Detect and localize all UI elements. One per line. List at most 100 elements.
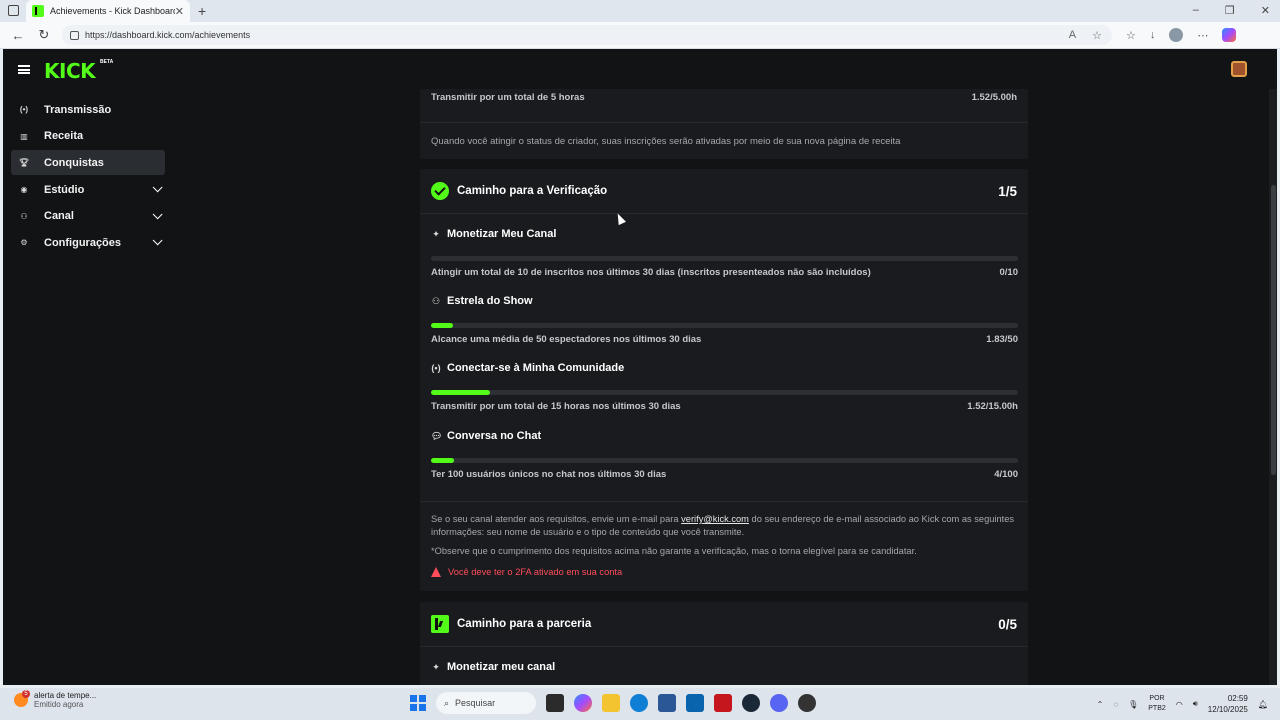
sidebar-item-estudio[interactable]: ◉ Estúdio	[11, 177, 165, 202]
store-icon[interactable]	[658, 694, 676, 712]
favorites-icon[interactable]: ☆	[1126, 29, 1136, 42]
progress-bar	[431, 458, 1018, 463]
system-tray: ⌃ ◌ 🎙︎ POR PTB2 ◠ 🔊︎ 02:59 12/10/2025 🔔︎	[1097, 693, 1268, 715]
sidebar-item-configuracoes[interactable]: ⚙ Configurações	[11, 230, 165, 255]
partnership-count: 0/5	[998, 616, 1017, 632]
discord-icon[interactable]	[770, 694, 788, 712]
tab-actions-icon[interactable]	[8, 5, 19, 16]
progress-bar	[431, 323, 1018, 328]
profile-icon[interactable]	[1169, 28, 1184, 42]
verification-header[interactable]: Caminho para a Verificação 1/5	[420, 169, 1028, 214]
chevron-down-icon	[152, 182, 163, 193]
user-avatar[interactable]	[1231, 61, 1247, 77]
taskbar-search[interactable]: ⌕ Pesquisar	[436, 692, 536, 714]
requirement-title: ✦ Monetizar meu canal	[431, 661, 1018, 673]
requirement-item: ✦ Monetizar meu canal	[431, 661, 1018, 673]
lang-bottom: PTB2	[1148, 705, 1166, 712]
requirement-title: (•) Conectar-se à Minha Comunidade	[431, 362, 1018, 374]
refresh-icon[interactable]: ↻	[36, 27, 52, 43]
verification-title: Caminho para a Verificação	[457, 185, 608, 197]
top-bar: KICK BETA	[3, 49, 1277, 89]
sidebar-item-canal[interactable]: ⚇ Canal	[11, 204, 165, 229]
requirement-item: (•) Conectar-se à Minha Comunidade Trans…	[431, 362, 1018, 412]
close-tab-icon[interactable]: ✕	[175, 5, 184, 18]
broadcast-icon: (•)	[431, 363, 441, 373]
progress-fill	[431, 390, 491, 395]
sparkle-icon: ✦	[432, 228, 440, 239]
adobe-icon[interactable]	[714, 694, 732, 712]
scrollbar-thumb[interactable]	[1271, 185, 1276, 475]
requirement-title-text: Monetizar meu canal	[447, 661, 556, 673]
obs-icon[interactable]	[798, 694, 816, 712]
weather-widget[interactable]: 5 alerta de tempe... Emitido agora	[14, 690, 96, 709]
channel-icon: ⚇	[20, 211, 28, 221]
requirement-value: 1.52/15.00h	[967, 401, 1018, 412]
weather-alert-icon: 5	[14, 690, 30, 707]
sidebar-item-label: Conquistas	[44, 156, 104, 169]
clock[interactable]: 02:59 12/10/2025	[1208, 693, 1248, 715]
sidebar-item-label: Receita	[44, 130, 84, 143]
network-app-icon[interactable]: ◌	[1113, 700, 1118, 709]
requirement-title-text: Conectar-se à Minha Comunidade	[447, 362, 625, 374]
requirement-value: 1.52/5.00h	[971, 92, 1017, 103]
creator-note: Quando você atingir o status de criador,…	[431, 136, 901, 147]
partnership-header[interactable]: Caminho para a parceria 0/5	[420, 602, 1028, 647]
tray-chevron-icon[interactable]: ⌃	[1097, 700, 1104, 709]
studio-icon: ◉	[20, 185, 28, 195]
more-icon[interactable]: ⋯	[1197, 29, 1208, 42]
read-aloud-icon[interactable]: A	[1069, 29, 1076, 42]
favorite-star-icon[interactable]: ☆	[1092, 29, 1102, 42]
url-text: https://dashboard.kick.com/achievements	[85, 30, 251, 40]
sparkle-icon: ✦	[432, 661, 440, 672]
kick-logo[interactable]: KICK	[44, 59, 96, 83]
maximize-icon[interactable]: ❐	[1225, 4, 1235, 17]
steam-icon[interactable]	[742, 694, 760, 712]
verified-badge-icon	[431, 182, 449, 200]
browser-tab[interactable]: Achievements - Kick Dashboard ✕	[26, 0, 190, 22]
url-bar[interactable]: https://dashboard.kick.com/achievements …	[62, 25, 1112, 45]
back-icon[interactable]: ←	[10, 28, 26, 43]
wifi-icon[interactable]: ◠	[1176, 700, 1183, 709]
chevron-down-icon	[152, 235, 163, 246]
menu-icon[interactable]	[18, 65, 30, 74]
requirement-value: 1.83/50	[986, 334, 1018, 345]
windows-start-icon[interactable]	[410, 695, 426, 711]
taskbar-apps: ⌕ Pesquisar	[410, 692, 816, 714]
viewers-icon: ⚇	[431, 295, 441, 306]
copilot-app-icon[interactable]	[574, 694, 592, 712]
browser-tab-bar: Achievements - Kick Dashboard ✕ + – ❐ ✕	[0, 0, 1280, 22]
sidebar-item-transmissao[interactable]: (•) Transmissão	[11, 97, 165, 122]
requirement-item: ⚇ Estrela do Show Alcance uma média de 5…	[431, 295, 1018, 345]
browser-tools: ☆ ↓ ⋯	[1126, 28, 1237, 42]
task-view-icon[interactable]	[546, 694, 564, 712]
language-indicator[interactable]: POR PTB2	[1148, 694, 1166, 714]
beta-badge: BETA	[100, 59, 114, 65]
new-tab-button[interactable]: +	[198, 3, 206, 19]
copilot-icon[interactable]	[1222, 28, 1237, 42]
chat-icon: 💬︎	[431, 430, 443, 441]
verify-email-link[interactable]: verify@kick.com	[681, 514, 749, 524]
notification-icon[interactable]: 🔔︎	[1258, 700, 1268, 709]
lang-top: POR	[1149, 695, 1165, 702]
minimize-icon[interactable]: –	[1193, 4, 1199, 17]
outlook-icon[interactable]	[686, 694, 704, 712]
date: 12/10/2025	[1207, 705, 1248, 714]
creator-card: Transmitir por um total de 5 horas 1.52/…	[420, 89, 1028, 159]
requirement-title-text: Estrela do Show	[447, 295, 533, 307]
requirement-title-text: Conversa no Chat	[447, 430, 542, 442]
requirement-description: Ter 100 usuários únicos no chat nos últi…	[431, 469, 667, 480]
edge-icon[interactable]	[630, 694, 648, 712]
volume-icon[interactable]: 🔊︎	[1193, 699, 1198, 709]
sidebar-item-receita[interactable]: ▥ Receita	[11, 124, 165, 149]
downloads-icon[interactable]: ↓	[1150, 29, 1156, 41]
close-window-icon[interactable]: ✕	[1261, 4, 1270, 17]
progress-fill	[431, 323, 453, 328]
page-scrollbar[interactable]	[1269, 89, 1277, 685]
requirement-title: ⚇ Estrela do Show	[431, 295, 1018, 307]
requirement-value: 0/10	[999, 267, 1019, 278]
microphone-icon[interactable]: 🎙︎	[1128, 700, 1138, 709]
file-explorer-icon[interactable]	[602, 694, 620, 712]
chevron-down-icon	[152, 209, 163, 220]
time: 02:59	[1227, 694, 1248, 703]
sidebar-item-conquistas[interactable]: 🏆︎ Conquistas	[11, 150, 165, 176]
